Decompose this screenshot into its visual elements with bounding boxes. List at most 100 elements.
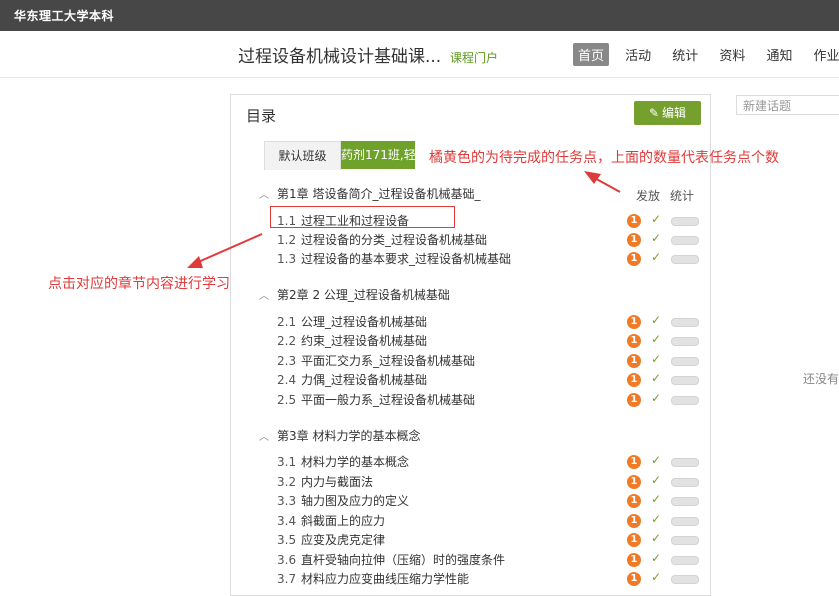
nav-activity[interactable]: 活动 <box>620 43 656 66</box>
list-item[interactable]: 1.3 过程设备的基本要求_过程设备机械基础 1 ✓ <box>277 250 702 268</box>
stats-toggle[interactable] <box>671 376 699 385</box>
item-title[interactable]: 过程设备的分类_过程设备机械基础 <box>301 233 487 247</box>
check-icon: ✓ <box>651 352 662 366</box>
stats-toggle[interactable] <box>671 255 699 264</box>
col-stats: 统计 <box>670 189 695 203</box>
item-title[interactable]: 平面汇交力系_过程设备机械基础 <box>301 354 475 368</box>
task-count-badge: 1 <box>627 494 641 508</box>
course-title[interactable]: 过程设备机械设计基础课... <box>238 42 441 67</box>
item-number: 2.1 <box>277 315 297 329</box>
item-number: 3.5 <box>277 533 297 547</box>
course-portal-link[interactable]: 课程门户 <box>450 49 498 66</box>
catalog-title: 目录 <box>246 107 277 125</box>
item-number: 3.3 <box>277 494 297 508</box>
nav-home[interactable]: 首页 <box>573 43 610 66</box>
item-title[interactable]: 材料力学的基本概念 <box>301 455 409 469</box>
edit-label: 编辑 <box>662 106 687 120</box>
list-item[interactable]: 3.6 直杆受轴向拉伸（压缩）时的强度条件 1 ✓ <box>277 551 702 569</box>
tab-default-class[interactable]: 默认班级 <box>264 141 341 170</box>
nav-notices[interactable]: 通知 <box>761 43 797 66</box>
item-title[interactable]: 轴力图及应力的定义 <box>301 494 409 508</box>
collapse-icon[interactable]: ︿ <box>259 287 269 302</box>
check-icon: ✓ <box>651 332 662 346</box>
nav-homework[interactable]: 作业 <box>809 43 839 66</box>
task-count-badge: 1 <box>627 233 641 247</box>
course-header: 过程设备机械设计基础课... 课程门户 首页 活动 统计 资料 通知 作业 <box>0 31 839 78</box>
stats-toggle[interactable] <box>671 217 699 226</box>
list-item[interactable]: 2.2 约束_过程设备机械基础 1 ✓ <box>277 332 702 350</box>
chapter-3[interactable]: ︿ 第3章 材料力学的基本概念 <box>259 427 420 444</box>
check-icon: ✓ <box>651 231 662 245</box>
orange-task-annotation: 橘黄色的为待完成的任务点，上面的数量代表任务点个数 <box>429 150 779 166</box>
chapter-title: 第1章 塔设备简介_过程设备机械基础_ <box>277 187 481 201</box>
stats-toggle[interactable] <box>671 497 699 506</box>
check-icon: ✓ <box>651 371 662 385</box>
column-headers: 发放 统计 <box>636 187 704 204</box>
item-title[interactable]: 材料应力应变曲线压缩力学性能 <box>301 572 469 586</box>
chapter-title: 第3章 材料力学的基本概念 <box>277 429 421 443</box>
item-number: 3.7 <box>277 572 297 586</box>
item-title[interactable]: 直杆受轴向拉伸（压缩）时的强度条件 <box>301 553 505 567</box>
task-count-badge: 1 <box>627 533 641 547</box>
stats-toggle[interactable] <box>671 396 699 405</box>
list-item[interactable]: 3.3 轴力图及应力的定义 1 ✓ <box>277 492 702 510</box>
item-title[interactable]: 力偶_过程设备机械基础 <box>301 373 427 387</box>
new-topic-input[interactable]: 新建话题 <box>736 95 839 115</box>
item-number: 2.2 <box>277 334 297 348</box>
chapter-2[interactable]: ︿ 第2章 2 公理_过程设备机械基础 <box>259 286 450 303</box>
nav-stats[interactable]: 统计 <box>667 43 703 66</box>
task-count-badge: 1 <box>627 572 641 586</box>
list-item[interactable]: 2.1 公理_过程设备机械基础 1 ✓ <box>277 313 702 331</box>
highlight-box <box>270 206 455 228</box>
task-count-badge: 1 <box>627 214 641 228</box>
item-title[interactable]: 约束_过程设备机械基础 <box>301 334 427 348</box>
task-count-badge: 1 <box>627 455 641 469</box>
list-item[interactable]: 1.2 过程设备的分类_过程设备机械基础 1 ✓ <box>277 231 702 249</box>
stats-toggle[interactable] <box>671 478 699 487</box>
check-icon: ✓ <box>651 512 662 526</box>
check-icon: ✓ <box>651 391 662 405</box>
check-icon: ✓ <box>651 531 662 545</box>
item-title[interactable]: 过程设备的基本要求_过程设备机械基础 <box>301 252 511 266</box>
sidebar-empty-text: 还没有 <box>803 372 839 386</box>
task-count-badge: 1 <box>627 354 641 368</box>
list-item[interactable]: 2.3 平面汇交力系_过程设备机械基础 1 ✓ <box>277 352 702 370</box>
pencil-icon: ✎ <box>648 106 660 120</box>
top-bar: 华东理工大学本科 <box>0 0 839 31</box>
item-title[interactable]: 公理_过程设备机械基础 <box>301 315 427 329</box>
stats-toggle[interactable] <box>671 517 699 526</box>
stats-toggle[interactable] <box>671 536 699 545</box>
list-item[interactable]: 2.4 力偶_过程设备机械基础 1 ✓ <box>277 371 702 389</box>
chapter-1[interactable]: ︿ 第1章 塔设备简介_过程设备机械基础_ <box>259 185 480 202</box>
item-title[interactable]: 平面一般力系_过程设备机械基础 <box>301 393 475 407</box>
check-icon: ✓ <box>651 313 662 327</box>
edit-button[interactable]: ✎ 编辑 <box>634 101 701 125</box>
nav-resources[interactable]: 资料 <box>714 43 750 66</box>
stats-toggle[interactable] <box>671 357 699 366</box>
task-count-badge: 1 <box>627 373 641 387</box>
item-number: 1.2 <box>277 233 297 247</box>
list-item[interactable]: 3.4 斜截面上的应力 1 ✓ <box>277 512 702 530</box>
list-item[interactable]: 3.5 应变及虎克定律 1 ✓ <box>277 531 702 549</box>
collapse-icon[interactable]: ︿ <box>259 186 269 201</box>
collapse-icon[interactable]: ︿ <box>259 428 269 443</box>
item-number: 2.5 <box>277 393 297 407</box>
item-title[interactable]: 斜截面上的应力 <box>301 514 385 528</box>
stats-toggle[interactable] <box>671 318 699 327</box>
task-count-badge: 1 <box>627 252 641 266</box>
course-nav: 首页 活动 统计 资料 通知 作业 <box>573 43 839 66</box>
col-publish: 发放 <box>636 189 661 203</box>
stats-toggle[interactable] <box>671 236 699 245</box>
stats-toggle[interactable] <box>671 458 699 467</box>
item-number: 3.6 <box>277 553 297 567</box>
tab-pharmacy-class[interactable]: 药剂171班,轻 <box>341 141 415 169</box>
stats-toggle[interactable] <box>671 337 699 346</box>
list-item[interactable]: 3.7 材料应力应变曲线压缩力学性能 1 ✓ <box>277 570 702 588</box>
list-item[interactable]: 2.5 平面一般力系_过程设备机械基础 1 ✓ <box>277 391 702 409</box>
list-item[interactable]: 3.2 内力与截面法 1 ✓ <box>277 473 702 491</box>
item-title[interactable]: 应变及虎克定律 <box>301 533 385 547</box>
stats-toggle[interactable] <box>671 556 699 565</box>
list-item[interactable]: 3.1 材料力学的基本概念 1 ✓ <box>277 453 702 471</box>
item-title[interactable]: 内力与截面法 <box>301 475 373 489</box>
catalog-panel: 目录 ✎ 编辑 默认班级 药剂171班,轻 发放 统计 ︿ 第1章 塔设备简介_过程设… <box>230 94 711 596</box>
